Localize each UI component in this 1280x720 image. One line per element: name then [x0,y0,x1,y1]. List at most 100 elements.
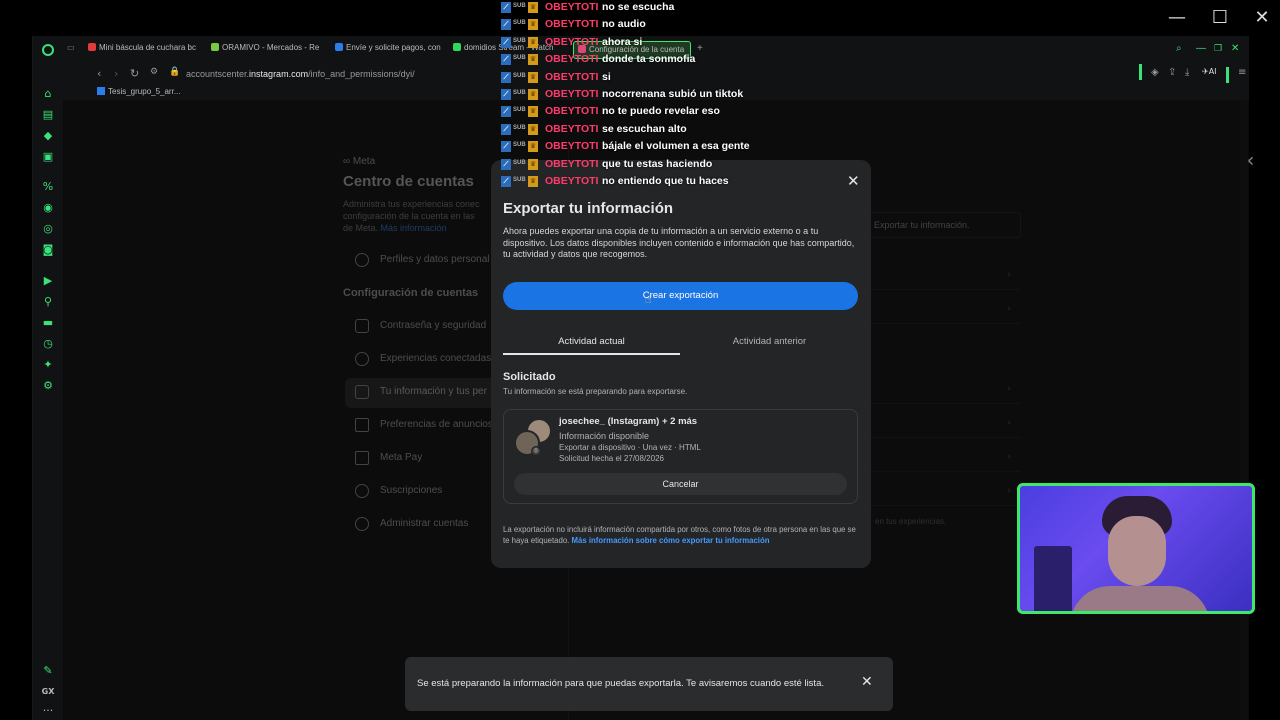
prime-badge-icon: ⟋ [501,123,511,135]
percent-icon[interactable]: % [41,180,55,194]
crown-badge-icon: ♛ [528,36,538,48]
maximize-button[interactable]: ☐ [1206,6,1234,30]
share-icon[interactable]: ⇪ [1168,67,1176,78]
prime-badge-icon: ⟋ [501,158,511,170]
chat-text: no se escucha [602,1,675,13]
chat-username: OBEYTOTI [545,105,599,118]
prime-badge-icon: ⟋ [501,36,511,48]
modal-body: Ahora puedes exportar una copia de tu in… [503,226,855,259]
toast-close-icon[interactable]: ✕ [861,674,873,690]
discord-icon[interactable]: ◎ [41,222,55,236]
crown-badge-icon: ♛ [528,54,538,66]
tab-label: Mini báscula de cuchara bc [99,43,196,52]
chat-message: ⟋ SUB ♛ OBEYTOTI se escuchan alto [500,122,760,139]
chat-message: ⟋ SUB ♛ OBEYTOTI no se escucha [500,0,760,17]
prime-badge-icon: ⟋ [501,19,511,31]
restore-icon[interactable]: ❐ [1214,43,1226,59]
crown-badge-icon: ♛ [528,175,538,187]
tab-3[interactable]: Envíe y solicite pagos, con [335,43,447,59]
settings-icon[interactable]: ⚙ [41,379,55,393]
wallet-icon[interactable]: ▬ [41,316,55,330]
export-modal: ✕ Exportar tu información Ahora puedes e… [491,160,871,568]
footer-link[interactable]: Más información sobre cómo exportar tu i… [572,536,770,545]
url-field[interactable]: accountscenter.instagram.com/info_and_pe… [186,69,415,79]
chat-username: OBEYTOTI [545,140,599,153]
home-icon[interactable]: ⌂ [41,87,55,101]
chat-message: ⟋ SUB ♛ OBEYTOTI donde ta sonmofia [500,52,760,69]
minimize-button[interactable]: — [1163,6,1191,30]
sub-badge: SUB [513,3,526,9]
chat-text: se escuchan alto [602,122,687,135]
chat-message: ⟋ SUB ♛ OBEYTOTI no entiendo que tu haces [500,174,760,191]
prime-badge-icon: ⟋ [501,2,511,13]
sub-badge: SUB [513,72,526,79]
back-icon[interactable]: ‹ [97,67,101,80]
tab-current-activity[interactable]: Actividad actual [503,336,680,347]
export-detail: Exportar a dispositivo · Una vez · HTML [559,443,701,452]
crown-badge-icon: ♛ [528,2,538,13]
chat-text: bájale el volumen a esa gente [602,140,750,153]
sub-badge: SUB [513,37,526,44]
scrollbar[interactable] [1240,100,1248,720]
gx-corner-icon[interactable]: ◆ [41,129,55,143]
twitch-icon[interactable]: ▣ [41,150,55,164]
lock-icon: 🔒 [169,67,181,77]
tab-2[interactable]: ORAMIVO - Mercados - Re [211,43,323,59]
chat-username: OBEYTOTI [545,70,599,83]
shop-icon[interactable]: ▤ [41,108,55,122]
cancel-button[interactable]: Cancelar [514,473,847,495]
chat-username: OBEYTOTI [545,35,599,48]
bookmark-label: Tesis_grupo_5_arr... [108,87,181,96]
tab-favicon [453,43,461,51]
chat-username: OBEYTOTI [545,122,599,135]
stream-chat-overlay: ⟋ SUB ♛ OBEYTOTI no se escucha ⟋ SUB ♛ OBEYTOTI… [500,0,760,191]
whatsapp-icon[interactable]: ◉ [41,201,55,215]
toast-message: Se está preparando la información para q… [417,678,824,689]
sub-badge: SUB [513,159,526,166]
instagram-icon[interactable]: ◙ [41,243,55,257]
active-tab-indicator [503,353,680,355]
sub-badge: SUB [513,176,526,183]
pin-icon[interactable]: ⚲ [41,295,55,309]
chat-text: donde ta sonmofia [602,53,696,66]
chat-username: OBEYTOTI [545,157,599,170]
site-settings-icon[interactable]: ⚙ [150,67,158,77]
crown-badge-icon: ♛ [528,141,538,153]
create-export-button[interactable]: Crear exportación [503,282,858,310]
doc-icon [97,87,105,95]
chat-text: no entiendo que tu haces [602,174,729,187]
menu-icon[interactable]: ≡ [1238,67,1246,78]
player-icon[interactable]: ▶ [41,274,55,288]
history-icon[interactable]: ◷ [41,337,55,351]
crown-badge-icon: ♛ [528,123,538,135]
crown-badge-icon: ♛ [528,88,538,100]
gx-label[interactable]: GX [41,685,55,699]
crown-badge-icon: ♛ [528,19,538,31]
tab-1[interactable]: Mini báscula de cuchara bc [88,43,200,59]
aria-ai-icon[interactable]: ✈AI [1202,67,1217,76]
toast-notification: Se está preparando la información para q… [405,657,893,711]
extensions-icon[interactable]: ✦ [41,358,55,372]
more-options-icon[interactable]: ··· [41,704,55,718]
chat-message: ⟋ SUB ♛ OBEYTOTI si [500,70,760,87]
leaf-icon[interactable]: ✎ [41,664,55,678]
opera-gx-logo-icon[interactable] [42,44,54,56]
close-icon[interactable]: ✕ [1231,43,1243,59]
chat-message: ⟋ SUB ♛ OBEYTOTI que tu estas haciendo [500,157,760,174]
sidebar-indicator [1139,64,1142,80]
close-window-button[interactable]: ✕ [1248,6,1276,30]
tab-previous-activity[interactable]: Actividad anterior [681,336,858,347]
forward-icon[interactable]: › [114,67,118,80]
reload-icon[interactable]: ↻ [130,67,139,80]
bookmark-item[interactable]: Tesis_grupo_5_arr... [97,87,181,96]
minimize-tab-icon[interactable]: — [1196,43,1208,59]
download-icon[interactable]: ⤓ [1185,67,1189,78]
modal-close-icon[interactable]: ✕ [847,172,860,190]
instagram-icon: ◎ [531,446,541,456]
snapshot-icon[interactable]: ◈ [1151,67,1159,78]
sub-badge: SUB [513,107,526,114]
tab-switcher-icon[interactable]: ▭ [67,43,79,59]
chat-message: ⟋ SUB ♛ OBEYTOTI bájale el volumen a esa gen… [500,139,760,156]
sub-badge: SUB [513,55,526,62]
search-icon[interactable]: ⌕ [1176,43,1188,59]
